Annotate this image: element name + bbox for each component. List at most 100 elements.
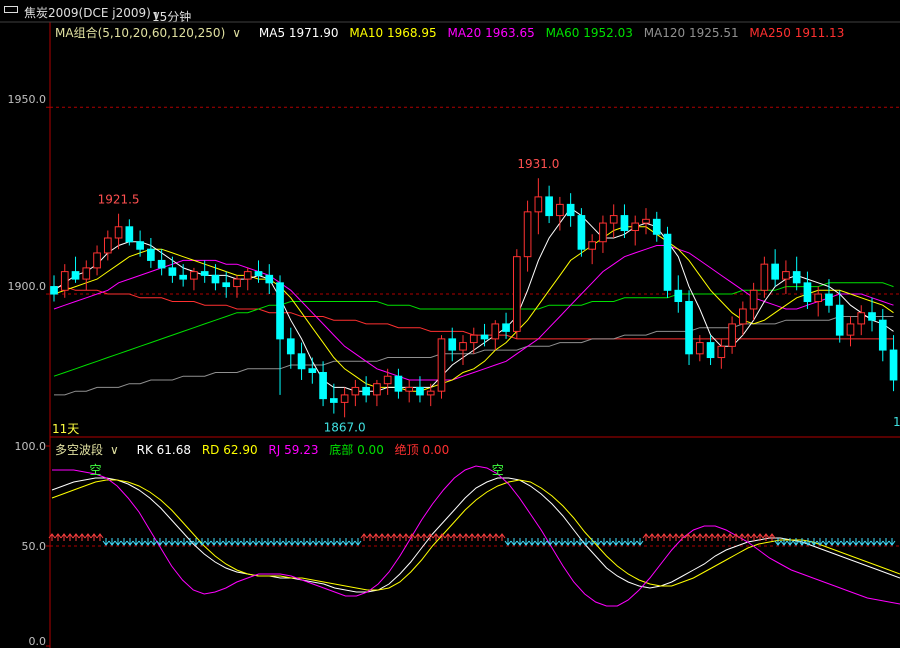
bear-band-mark: [210, 538, 218, 546]
bear-band-mark: [108, 538, 116, 546]
candle-body: [448, 338, 457, 351]
bull-band-mark: [456, 533, 464, 541]
candle-body: [437, 338, 446, 392]
candle-body: [243, 271, 252, 280]
candle-body: [566, 203, 575, 217]
high-label: 1921.5: [98, 193, 140, 207]
bear-band-mark: [516, 538, 524, 546]
bear-band-mark: [216, 538, 224, 546]
bull-band-mark: [666, 533, 674, 541]
bear-band-mark: [162, 538, 170, 546]
bear-band-mark: [774, 538, 782, 546]
candle-body: [330, 398, 338, 403]
bull-band-mark: [720, 533, 728, 541]
bear-band-mark: [552, 538, 560, 546]
high-label: 1931.0: [517, 157, 559, 171]
bear-band-mark: [534, 538, 542, 546]
bear-band-mark: [606, 538, 614, 546]
bear-band-mark: [630, 538, 638, 546]
bear-band-mark: [348, 538, 356, 546]
bear-band-mark: [144, 538, 152, 546]
bull-band-mark: [492, 533, 500, 541]
candle-body: [308, 368, 317, 373]
chart-canvas[interactable]: 1950.0 1900.0 100.0 50.0 0.0 1921.5 1931.0 1867…: [0, 0, 900, 648]
bear-band-mark: [300, 538, 308, 546]
candle-body: [157, 259, 166, 269]
candle-body: [297, 353, 306, 370]
bull-band-mark: [708, 533, 716, 541]
bull-band-mark: [360, 533, 368, 541]
candle-body: [534, 196, 543, 213]
bull-band-mark: [648, 533, 656, 541]
candle-body: [695, 342, 704, 355]
candle-body: [459, 342, 467, 351]
bull-band-mark: [444, 533, 452, 541]
bear-band-mark: [510, 538, 518, 546]
bear-band-mark: [312, 538, 320, 546]
bull-band-mark: [402, 533, 410, 541]
candle-body: [545, 196, 553, 217]
candle-body: [782, 271, 790, 280]
bear-band-mark: [588, 538, 596, 546]
candle-body: [286, 338, 295, 355]
bear-band-mark: [318, 538, 326, 546]
bear-band-mark: [822, 538, 830, 546]
bear-band-mark: [270, 538, 278, 546]
candle-body: [674, 289, 683, 303]
low-label: 1867.0: [324, 420, 366, 434]
bear-band-mark: [858, 538, 866, 546]
bear-band-mark: [114, 538, 122, 546]
bear-band-mark: [294, 538, 302, 546]
bear-band-mark: [840, 538, 848, 546]
signal-label: 空: [89, 463, 101, 477]
candle-body: [599, 222, 607, 243]
bull-band-mark: [378, 533, 386, 541]
price-label-cut: 1: [893, 415, 900, 429]
bear-band-mark: [564, 538, 572, 546]
candle-body: [523, 211, 532, 258]
bear-band-mark: [846, 538, 854, 546]
bear-band-mark: [354, 538, 362, 546]
bull-band-mark: [96, 533, 104, 541]
bear-band-mark: [288, 538, 296, 546]
bull-band-mark: [366, 533, 374, 541]
bear-band-mark: [228, 538, 236, 546]
bull-band-mark: [678, 533, 686, 541]
candle-body: [556, 203, 564, 217]
candle-body: [631, 222, 640, 232]
bull-band-mark: [390, 533, 398, 541]
bear-band-mark: [168, 538, 176, 546]
bull-band-mark: [78, 533, 86, 541]
bear-band-mark: [126, 538, 134, 546]
candle-body: [168, 267, 177, 276]
bull-band-mark: [672, 533, 680, 541]
bull-band-mark: [762, 533, 770, 541]
candle-body: [114, 226, 123, 239]
bear-band-mark: [186, 538, 194, 546]
candle-body: [60, 271, 69, 291]
bear-band-mark: [324, 538, 332, 546]
candle-body: [200, 271, 209, 276]
bull-band-mark: [438, 533, 446, 541]
bear-band-mark: [546, 538, 554, 546]
bear-band-mark: [882, 538, 890, 546]
candle-body: [416, 386, 424, 396]
bull-band-mark: [768, 533, 776, 541]
bull-band-mark: [414, 533, 422, 541]
bear-band-mark: [876, 538, 884, 546]
bull-band-mark: [384, 533, 392, 541]
bull-band-mark: [462, 533, 470, 541]
bear-band-mark: [558, 538, 566, 546]
bull-band-mark: [66, 533, 74, 541]
bull-band-mark: [690, 533, 698, 541]
bear-band-mark: [234, 538, 242, 546]
candle-body: [351, 386, 360, 396]
candle-body: [469, 334, 478, 344]
candle-body: [652, 218, 661, 235]
bull-band-mark: [702, 533, 710, 541]
bull-band-mark: [726, 533, 734, 541]
bull-band-mark: [372, 533, 380, 541]
bear-band-mark: [180, 538, 188, 546]
bear-band-mark: [198, 538, 206, 546]
bear-band-mark: [870, 538, 878, 546]
